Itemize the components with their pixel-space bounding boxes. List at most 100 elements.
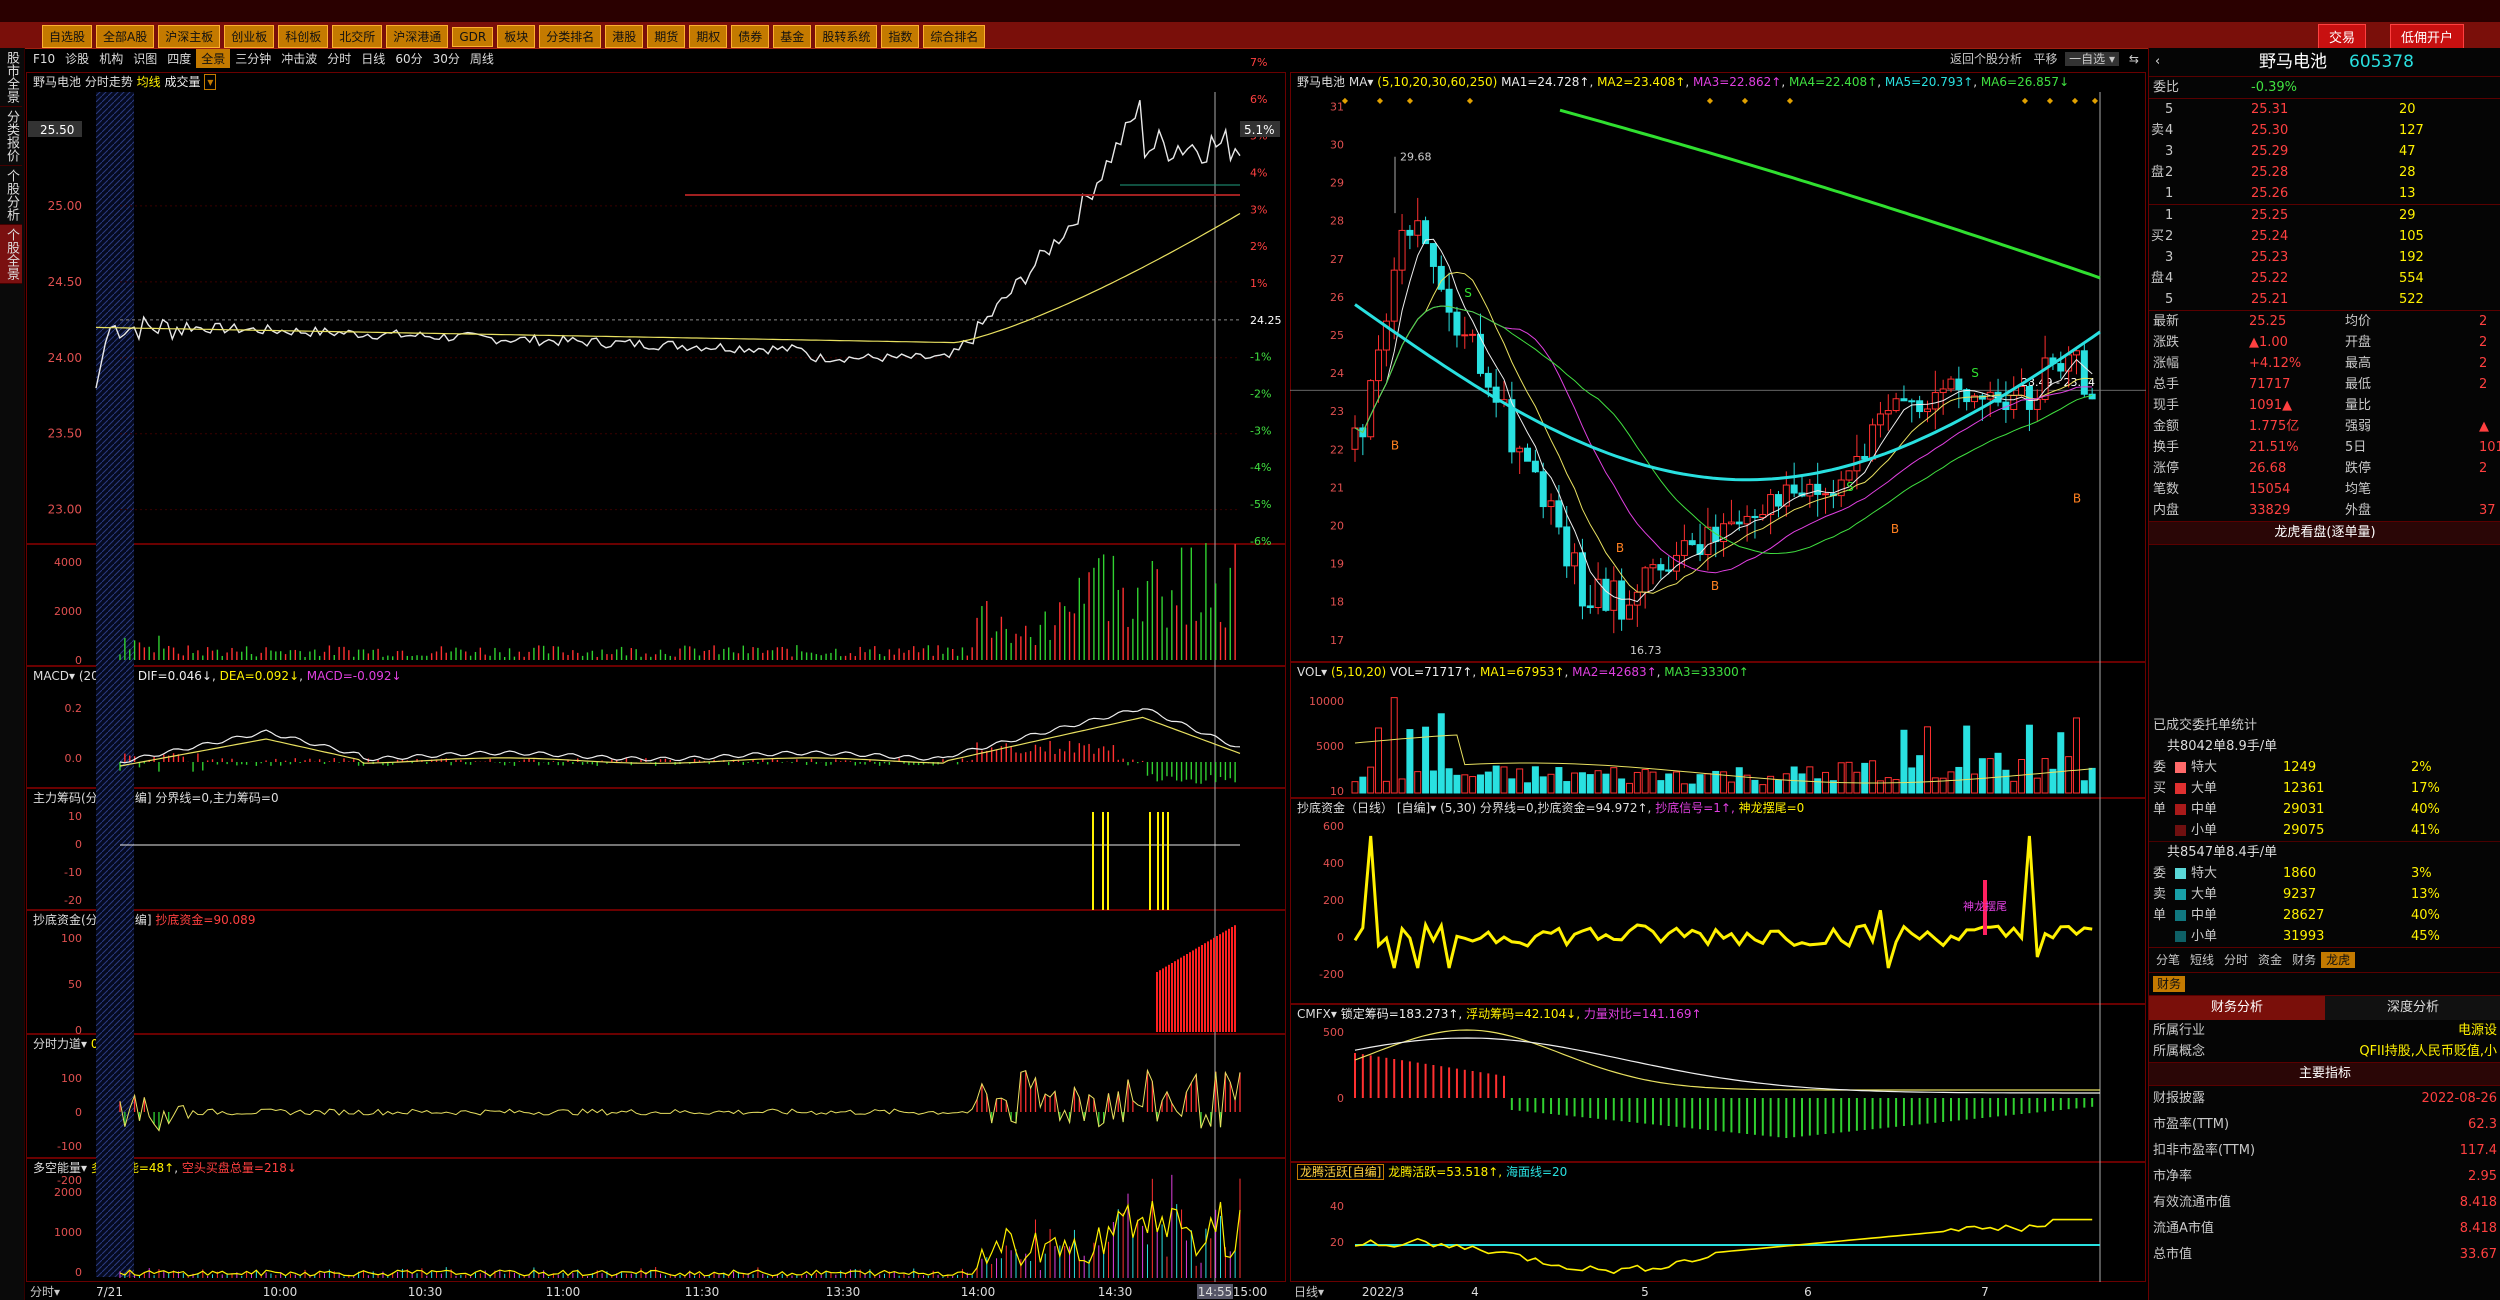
daily-vol-bar: [1461, 774, 1469, 794]
webi-row: 委比 -0.39%: [2149, 77, 2500, 98]
intraday-time-label[interactable]: 分时▾: [30, 1283, 60, 1300]
daily-vol-bar: [2080, 780, 2088, 794]
candle-body: [1445, 288, 1453, 313]
finance-tab[interactable]: 财务: [2153, 976, 2186, 992]
legend-swatch: [2175, 762, 2186, 773]
order-side: 委: [2153, 866, 2167, 881]
pct-tick: -2%: [1250, 387, 1271, 400]
quote-tab-0[interactable]: 分笔: [2151, 952, 2185, 968]
time-tick: 11:30: [685, 1285, 720, 1299]
order-size: 小单: [2191, 929, 2218, 944]
ma6-line: [1559, 108, 2101, 280]
daily-date-label[interactable]: 日线▾: [1294, 1283, 1324, 1300]
daily-vol-bar: [1445, 768, 1453, 794]
dragon-tick: 20: [1330, 1236, 1344, 1249]
webi-value: -0.39%: [2251, 80, 2297, 95]
candle-body: [1516, 447, 1524, 453]
quote-tab-1[interactable]: 短线: [2185, 952, 2219, 968]
candle-body: [1751, 515, 1759, 519]
pct-tick: 7%: [1250, 56, 1267, 69]
sell-price: 25.31: [2251, 102, 2289, 117]
daily-vol-bar: [2088, 767, 2096, 794]
buy-price: 25.24: [2251, 229, 2289, 244]
quote-tab-3[interactable]: 资金: [2253, 952, 2287, 968]
daily-vol-bar: [1963, 725, 1971, 794]
stat-value: 1.775亿: [2249, 419, 2300, 434]
date-tick: 5: [1641, 1285, 1649, 1299]
pct-tick: 2%: [1250, 240, 1267, 253]
candle-body: [1641, 567, 1649, 593]
daily-vol-bar: [1751, 779, 1759, 794]
daily-price-tick: 23: [1330, 405, 1344, 418]
date-tick: 4: [1471, 1285, 1479, 1299]
buy-row: 盘 4 25.22 554: [2149, 268, 2500, 289]
candle-body: [1484, 372, 1492, 388]
fin-row: 财报披露 2022-08-26: [2149, 1086, 2500, 1112]
pct-tick: -3%: [1250, 424, 1271, 437]
pct-tick: -1%: [1250, 351, 1271, 364]
daily-vol-bar: [1453, 774, 1461, 794]
daily-vol-bar: [1382, 780, 1390, 794]
tab-financial-analysis[interactable]: 财务分析: [2149, 996, 2325, 1020]
daily-bf-tick: -200: [1319, 968, 1344, 981]
daily-vol-bar: [1500, 766, 1508, 794]
daily-vol-bar: [1351, 781, 1359, 794]
daily-vol-bar: [1806, 766, 1814, 794]
order-pct: 41%: [2411, 823, 2440, 838]
tab-deep-analysis[interactable]: 深度分析: [2325, 996, 2500, 1020]
daily-vol-bar: [1680, 783, 1688, 794]
daily-vol-bar: [1563, 781, 1571, 794]
daily-price-tick: 20: [1330, 519, 1344, 532]
candle-body: [1618, 580, 1626, 620]
stat-value: 25.25: [2249, 314, 2287, 329]
fin-value: 2.95: [2468, 1169, 2497, 1184]
legend-swatch: [2175, 868, 2186, 879]
order-stat-row: 委 特大 1249 2%: [2149, 757, 2500, 778]
time-tick: 13:30: [826, 1285, 861, 1299]
chip-tick: 10: [68, 810, 82, 823]
sell-row: 3 25.29 47: [2149, 141, 2500, 162]
price-tick: 24.00: [48, 351, 82, 365]
daily-vol-bar: [1845, 761, 1853, 794]
stat-key: 金额: [2153, 419, 2180, 434]
stat-key-2: 最高: [2345, 356, 2372, 371]
stat-row: 最新 25.25 均价 2: [2149, 311, 2500, 332]
stat-value: ▲1.00: [2249, 335, 2288, 350]
daily-vol-bar: [1633, 771, 1641, 794]
daily-vol-bar: [1508, 778, 1516, 794]
candle-body: [1563, 526, 1571, 567]
fin-row: 市净率 2.95: [2149, 1164, 2500, 1190]
order-pct: 40%: [2411, 908, 2440, 923]
stat-value-2: 2: [2479, 356, 2488, 371]
fin-value: 8.418: [2459, 1195, 2497, 1210]
stat-value-2: 2: [2479, 461, 2488, 476]
candle-body: [1923, 408, 1931, 413]
legend-swatch: [2175, 910, 2186, 921]
candle-body: [1743, 515, 1751, 525]
concept-label: 所属概念: [2153, 1044, 2206, 1059]
event-marker: ◆: [2047, 96, 2054, 105]
back-icon[interactable]: ‹: [2155, 48, 2160, 76]
high-value: 29.68: [1400, 151, 1432, 164]
candle-body: [1625, 604, 1633, 620]
daily-vol-bar: [2041, 758, 2049, 794]
quote-tab-4[interactable]: 财务: [2287, 952, 2321, 968]
time-tick: 14:00: [961, 1285, 996, 1299]
quote-tab-5[interactable]: 龙虎: [2321, 952, 2356, 968]
candle-body: [1469, 333, 1477, 336]
candle-body: [1673, 554, 1681, 572]
chip-tick: -20: [64, 894, 82, 907]
candle-body: [1845, 470, 1853, 481]
level-label: 2: [2165, 165, 2174, 180]
quote-tab-2[interactable]: 分时: [2219, 952, 2253, 968]
daily-vol-bar: [1610, 767, 1618, 794]
date-tick: 6: [1804, 1285, 1812, 1299]
price-tick: 23.50: [48, 427, 82, 441]
daily-vol-bar: [1484, 771, 1492, 794]
stat-row: 笔数 15054 均笔: [2149, 479, 2500, 500]
stat-row: 涨幅 +4.12% 最高 2: [2149, 353, 2500, 374]
stat-key: 换手: [2153, 440, 2180, 455]
event-marker: ◆: [2092, 96, 2099, 105]
daily-vol-bar: [1822, 771, 1830, 794]
order-pct: 2%: [2411, 760, 2432, 775]
